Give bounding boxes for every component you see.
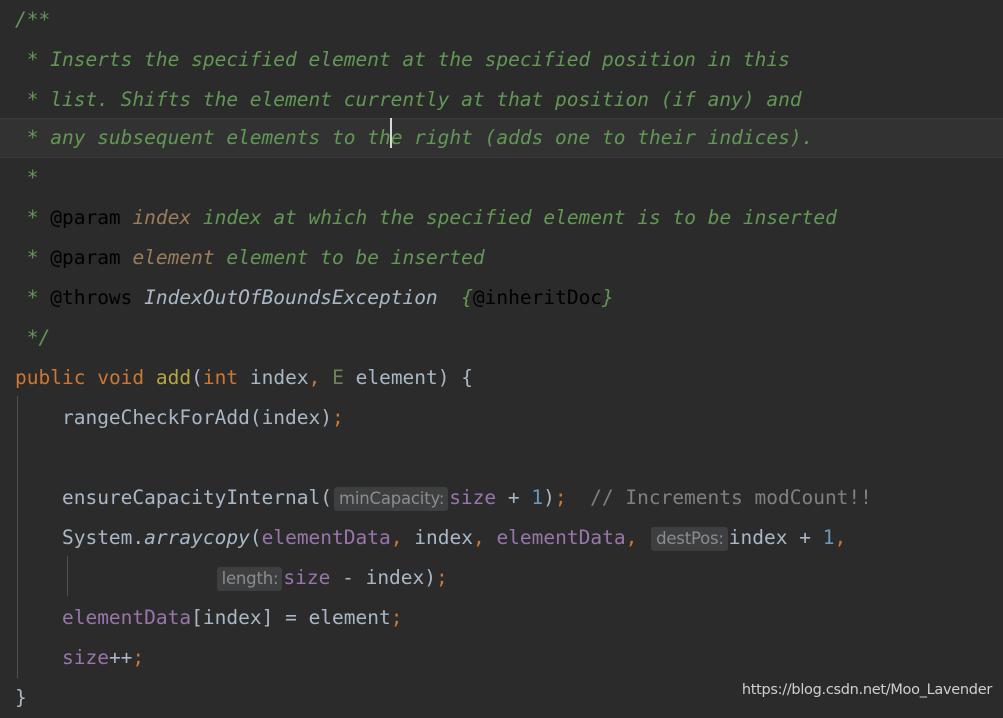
method-call-rangecheckforadd[interactable]: rangeCheckForAdd bbox=[62, 406, 250, 429]
code-line-doc-param-element[interactable]: * @param element element to be inserted bbox=[0, 238, 1003, 278]
field-size: size bbox=[449, 486, 497, 509]
field-elementdata: elementData bbox=[61, 606, 192, 629]
javadoc-tag-inheritdoc[interactable]: @inheritDoc bbox=[473, 286, 602, 309]
javadoc-param-name-index: index bbox=[132, 206, 192, 229]
paren-close: ) bbox=[424, 566, 437, 589]
code-line-doc-blank-star[interactable]: * bbox=[0, 158, 1003, 198]
code-line-doc-any-current[interactable]: * any subsequent elements to the right (… bbox=[0, 118, 1003, 158]
method-name-add[interactable]: add bbox=[156, 366, 191, 389]
arg-index: index bbox=[202, 606, 262, 629]
param-hint-mincapacity[interactable]: minCapacity: bbox=[334, 487, 449, 511]
javadoc-text-inserts: * Inserts the specified element at the s… bbox=[15, 48, 790, 71]
code-line-assign-elementdata[interactable]: elementData[index] = element; bbox=[0, 598, 1003, 638]
semicolon: ; bbox=[554, 486, 567, 509]
javadoc-text-list: * list. Shifts the element currently at … bbox=[15, 88, 802, 111]
code-line-rangecheck[interactable]: rangeCheckForAdd(index); bbox=[0, 398, 1003, 438]
semicolon: ; bbox=[132, 646, 145, 669]
arg-index: index bbox=[728, 526, 788, 549]
code-line-doc-param-index[interactable]: * @param index index at which the specif… bbox=[0, 198, 1003, 238]
semicolon: ; bbox=[390, 606, 403, 629]
code-line-doc-inserts[interactable]: * Inserts the specified element at the s… bbox=[0, 40, 1003, 80]
keyword-public: public bbox=[15, 366, 86, 389]
comma: , bbox=[472, 526, 485, 549]
inheritdoc-open-brace: { bbox=[461, 286, 473, 309]
code-line-doc-close[interactable]: */ bbox=[0, 318, 1003, 358]
bracket-open: [ bbox=[191, 606, 203, 629]
semicolon: ; bbox=[436, 566, 448, 589]
paren-open: ( bbox=[249, 526, 262, 549]
operator-minus: - bbox=[342, 566, 354, 589]
javadoc-param-desc-element: element to be inserted bbox=[214, 246, 485, 269]
arg-element: element bbox=[308, 606, 391, 629]
arg-index: index bbox=[414, 526, 473, 549]
code-line-ensurecapacity[interactable]: ensureCapacityInternal(minCapacity: size … bbox=[0, 478, 1003, 518]
javadoc-star: * bbox=[15, 286, 51, 309]
dot: . bbox=[132, 526, 145, 549]
inheritdoc-close-brace: } bbox=[602, 286, 614, 309]
code-editor[interactable]: /** * Inserts the specified element at t… bbox=[0, 0, 1003, 713]
code-line-method-signature[interactable]: public void add(int index, E element) { bbox=[0, 358, 1003, 398]
class-system: System bbox=[61, 526, 133, 549]
paren-close: ) bbox=[320, 406, 333, 429]
operator-plus: + bbox=[507, 486, 520, 509]
comma: , bbox=[625, 526, 638, 549]
operator-assign: = bbox=[285, 606, 297, 629]
operator-increment: ++ bbox=[108, 646, 133, 669]
paren-open: ( bbox=[191, 366, 203, 389]
javadoc-tag-param[interactable]: @param bbox=[50, 206, 120, 229]
field-elementdata: elementData bbox=[496, 526, 626, 549]
javadoc-text-any-after-caret: the right (adds one to their indices). bbox=[355, 126, 814, 149]
javadoc-param-desc-index: index at which the specified element is … bbox=[191, 206, 837, 229]
javadoc-throws-type: IndexOutOfBoundsException bbox=[144, 286, 438, 309]
brace-open: { bbox=[461, 366, 474, 389]
keyword-int: int bbox=[202, 366, 239, 389]
paren-close: ) bbox=[543, 486, 555, 509]
watermark-url: https://blog.csdn.net/Moo_Lavender bbox=[741, 682, 992, 698]
paren-open: ( bbox=[320, 486, 332, 509]
param-element: element bbox=[355, 366, 438, 389]
javadoc-close: */ bbox=[15, 326, 51, 349]
javadoc-star: * bbox=[15, 206, 51, 229]
line-comment-increments: // Increments modCount!! bbox=[590, 486, 872, 509]
javadoc-text-any-before-caret: * any subsequent elements to bbox=[15, 126, 356, 149]
field-elementdata: elementData bbox=[261, 526, 391, 549]
code-line-doc-throws[interactable]: * @throws IndexOutOfBoundsException {@in… bbox=[0, 278, 1003, 318]
javadoc-open: /** bbox=[15, 8, 51, 31]
code-line-size-increment[interactable]: size++; bbox=[0, 638, 1003, 678]
method-call-arraycopy[interactable]: arraycopy bbox=[144, 526, 250, 549]
code-line-arraycopy-continuation[interactable]: length: size - index); bbox=[0, 558, 1003, 598]
comma: , bbox=[308, 366, 321, 389]
code-line-arraycopy[interactable]: System.arraycopy(elementData, index, ele… bbox=[0, 518, 1003, 558]
keyword-void: void bbox=[97, 366, 145, 389]
arg-index: index bbox=[261, 406, 321, 429]
arg-index: index bbox=[365, 566, 425, 589]
paren-open: ( bbox=[249, 406, 262, 429]
javadoc-tag-throws[interactable]: @throws bbox=[50, 286, 132, 309]
javadoc-star: * bbox=[15, 166, 39, 189]
comma: , bbox=[390, 526, 403, 549]
text-caret bbox=[390, 118, 392, 148]
field-size: size bbox=[283, 566, 331, 589]
javadoc-param-name-element: element bbox=[132, 246, 215, 269]
bracket-close: ] bbox=[261, 606, 274, 629]
brace-close: } bbox=[15, 686, 27, 709]
code-line-blank[interactable] bbox=[0, 438, 1003, 478]
code-line-doc-list[interactable]: * list. Shifts the element currently at … bbox=[0, 80, 1003, 120]
paren-close: ) bbox=[437, 366, 450, 389]
param-hint-length[interactable]: length: bbox=[216, 567, 283, 591]
method-call-ensurecapacityinternal[interactable]: ensureCapacityInternal bbox=[62, 486, 320, 509]
type-parameter-E: E bbox=[332, 366, 344, 389]
code-line-doc-open[interactable]: /** bbox=[0, 0, 1003, 40]
param-index: index bbox=[249, 366, 309, 389]
javadoc-star: * bbox=[15, 246, 51, 269]
javadoc-tag-param[interactable]: @param bbox=[50, 246, 120, 269]
field-size: size bbox=[61, 646, 109, 669]
operator-plus: + bbox=[799, 526, 811, 549]
semicolon: ; bbox=[332, 406, 344, 429]
number-one: 1 bbox=[531, 486, 544, 509]
comma: , bbox=[834, 526, 847, 549]
number-one: 1 bbox=[822, 526, 835, 549]
param-hint-destpos[interactable]: destPos: bbox=[651, 527, 728, 551]
